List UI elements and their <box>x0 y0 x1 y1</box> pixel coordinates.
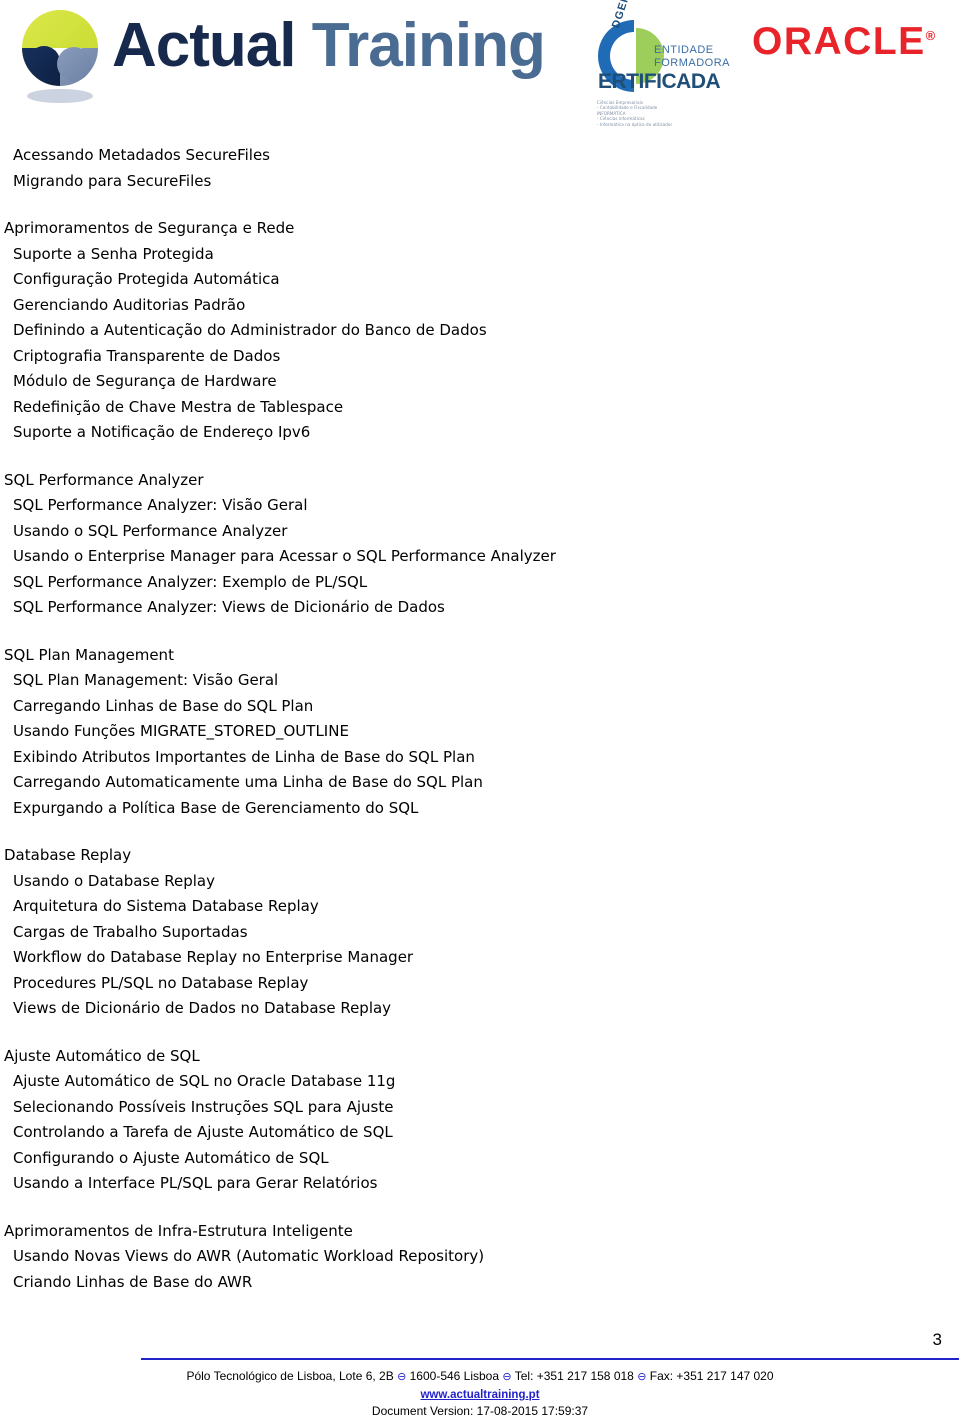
outline-item: Expurgando a Política Base de Gerenciame… <box>13 798 419 817</box>
footer-divider <box>141 1358 959 1360</box>
outline-item: Ajuste Automático de SQL no Oracle Datab… <box>13 1072 396 1090</box>
dgert-line1: ENTIDADE <box>654 44 714 56</box>
outline-group: Aprimoramentos de Infra-Estrutura Inteli… <box>0 1219 960 1296</box>
footer-address: Pólo Tecnológico de Lisboa, Lote 6, 2B <box>186 1369 394 1383</box>
outline-item: SQL Plan Management: Visão Geral <box>13 671 279 689</box>
dgert-certificada-text: ERTIFICADA <box>598 70 721 93</box>
dgert-entidade-text: ENTIDADE FORMADORA <box>654 44 730 70</box>
outline-item: Selecionando Possíveis Instruções SQL pa… <box>13 1097 394 1116</box>
outline-item: Usando o Database Replay <box>13 871 215 890</box>
outline-item: Usando Novas Views do AWR (Automatic Wor… <box>13 1247 485 1265</box>
outline-item: Usando a Interface PL/SQL para Gerar Rel… <box>13 1174 378 1192</box>
dgert-certification-logo: DGERT ENTIDADE FORMADORA ERTIFICADA Ciên… <box>570 0 730 127</box>
footer-separator-icon-2: ⊖ <box>502 1371 512 1383</box>
outline-item: Migrando para SecureFiles <box>13 171 212 190</box>
actual-training-logo: Actual Training <box>0 0 546 110</box>
wordmark-training: Training <box>311 11 546 80</box>
outline-group: SQL Performance Analyzer SQL Performance … <box>0 468 960 621</box>
outline-item: SQL Performance Analyzer: Views de Dicio… <box>13 598 445 616</box>
outline-group: SQL Plan Management SQL Plan Management: … <box>0 643 960 822</box>
outline-item: Redefinição de Chave Mestra de Tablespac… <box>13 397 344 416</box>
dgert-fine-print: Ciências Empresariais - Contabilidade e … <box>597 100 673 127</box>
outline-group-heading: Aprimoramentos de Segurança e Rede <box>4 219 295 237</box>
outline-item: Configuração Protegida Automática <box>13 270 280 288</box>
actual-training-wordmark: Actual Training <box>112 6 546 86</box>
footer-separator-icon-3: ⊖ <box>637 1371 647 1383</box>
outline-item: SQL Performance Analyzer: Visão Geral <box>13 496 308 514</box>
registered-trademark-icon: ® <box>925 28 937 43</box>
page-footer: 3 Pólo Tecnológico de Lisboa, Lote 6, 2B… <box>0 1326 960 1422</box>
outline-item: Gerenciando Auditorias Padrão <box>13 295 246 314</box>
outline-item: Módulo de Segurança de Hardware <box>13 372 277 390</box>
outline-item: Carregando Automaticamente uma Linha de … <box>13 773 483 791</box>
outline-item: Controlando a Tarefa de Ajuste Automátic… <box>13 1123 393 1141</box>
outline-item: Configurando o Ajuste Automático de SQL <box>13 1148 329 1167</box>
outline-group: Acessando Metadados SecureFiles Migrando … <box>0 143 960 194</box>
outline-item: Suporte a Notificação de Endereço Ipv6 <box>13 423 311 441</box>
outline-group-heading: Ajuste Automático de SQL <box>4 1046 200 1065</box>
outline-item: Definindo a Autenticação do Administrado… <box>13 321 487 339</box>
page-number: 3 <box>932 1330 942 1349</box>
outline-group-heading: Aprimoramentos de Infra-Estrutura Inteli… <box>4 1221 353 1240</box>
outline-item: Usando o Enterprise Manager para Acessar… <box>13 547 556 565</box>
outline-item: Usando o SQL Performance Analyzer <box>13 521 288 540</box>
page-header: Actual Training DGERT ENTIDADE FORMADORA… <box>0 0 960 130</box>
oracle-logo: ORACLE® <box>752 20 937 64</box>
outline-item: Workflow do Database Replay no Enterpris… <box>13 948 414 966</box>
outline-group: Aprimoramentos de Segurança e Rede Suport… <box>0 216 960 446</box>
outline-item: Cargas de Trabalho Suportadas <box>13 922 248 941</box>
footer-postal: 1600-546 Lisboa <box>409 1369 500 1383</box>
outline-item: Procedures PL/SQL no Database Replay <box>13 973 309 992</box>
outline-item: Exibindo Atributos Importantes de Linha … <box>13 747 475 766</box>
actual-training-mark-icon <box>22 10 98 103</box>
footer-address-line: Pólo Tecnológico de Lisboa, Lote 6, 2B ⊖… <box>0 1368 960 1385</box>
footer-document-version: Document Version: 17-08-2015 17:59:37 <box>371 1404 589 1418</box>
outline-item: Criando Linhas de Base do AWR <box>13 1272 253 1291</box>
footer-website-line: www.actualtraining.pt <box>0 1385 960 1403</box>
outline-item: Usando Funções MIGRATE_STORED_OUTLINE <box>13 722 349 740</box>
footer-phone: Tel: +351 217 158 018 <box>514 1369 634 1383</box>
dgert-line2: FORMADORA <box>654 57 730 69</box>
course-outline-content: Acessando Metadados SecureFiles Migrando … <box>0 143 960 1295</box>
outline-item: Views de Dicionário de Dados no Database… <box>13 999 392 1017</box>
outline-group-heading: SQL Plan Management <box>4 645 174 664</box>
footer-fax: Fax: +351 217 147 020 <box>649 1369 774 1383</box>
outline-item: Acessando Metadados SecureFiles <box>13 146 270 164</box>
outline-group: Ajuste Automático de SQL Ajuste Automátic… <box>0 1044 960 1197</box>
outline-group: Database Replay Usando o Database Replay A… <box>0 843 960 1022</box>
footer-separator-icon-1: ⊖ <box>397 1371 407 1383</box>
footer-website-link[interactable]: www.actualtraining.pt <box>420 1389 539 1401</box>
outline-item: Suporte a Senha Protegida <box>13 244 214 263</box>
outline-group-heading: SQL Performance Analyzer <box>4 470 204 489</box>
outline-item: SQL Performance Analyzer: Exemplo de PL/… <box>13 572 368 591</box>
outline-item: Carregando Linhas de Base do SQL Plan <box>13 696 314 715</box>
oracle-wordmark: ORACLE <box>752 20 926 63</box>
outline-item: Criptografia Transparente de Dados <box>13 346 281 365</box>
outline-group-heading: Database Replay <box>4 846 132 864</box>
wordmark-actual: Actual <box>112 11 296 80</box>
outline-item: Arquitetura do Sistema Database Replay <box>13 897 319 915</box>
